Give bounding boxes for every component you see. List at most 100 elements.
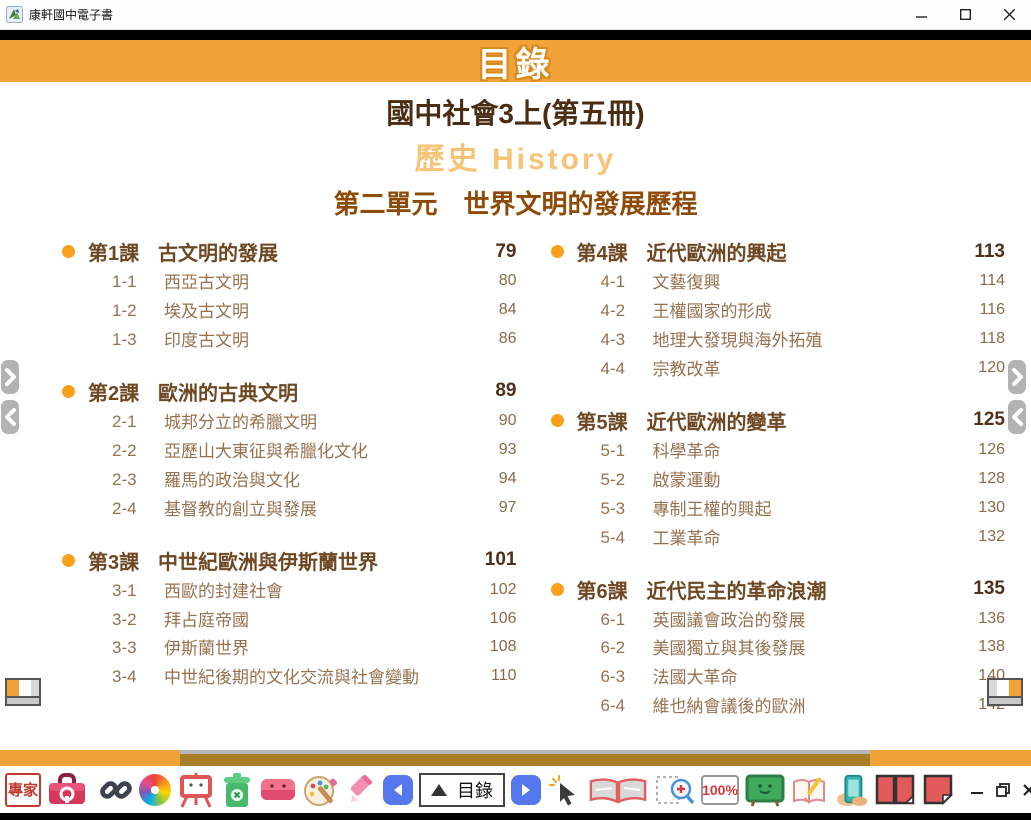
notebook-icon: [791, 774, 829, 806]
lesson-label: 第4課: [577, 237, 647, 266]
toc-sub-item[interactable]: 2-4基督教的創立與發展97: [62, 499, 517, 522]
lesson-label: 第5課: [577, 406, 647, 435]
up-triangle-icon: [431, 784, 447, 796]
sub-item-title: 中世紀後期的文化交流與社會變動: [164, 667, 475, 690]
sub-item-title: 羅馬的政治與文化: [164, 470, 475, 493]
lesson-heading[interactable]: 第2課歐洲的古典文明89: [62, 377, 517, 406]
toc-sub-item[interactable]: 3-4中世紀後期的文化交流與社會變動110: [62, 667, 517, 690]
book-title: 國中社會3上(第五冊): [0, 92, 1031, 132]
eraser-button[interactable]: [259, 776, 297, 804]
toc-sub-item[interactable]: 1-1西亞古文明80: [62, 272, 517, 295]
chalkboard-button[interactable]: [745, 773, 785, 807]
toc-sub-item[interactable]: 4-2王權國家的形成116: [551, 301, 1006, 324]
sub-item-number: 1-2: [112, 301, 164, 324]
chevron-right-icon: [5, 368, 16, 386]
sub-item-title: 王權國家的形成: [653, 301, 964, 324]
toolbox-button[interactable]: [47, 773, 87, 807]
sub-item-page-number: 110: [475, 667, 517, 685]
horizontal-scrollbar-thumb[interactable]: [180, 750, 870, 766]
toc-sub-item[interactable]: 2-2亞歷山大東征與希臘化文化93: [62, 441, 517, 464]
sub-item-page-number: 102: [475, 581, 517, 599]
expert-button[interactable]: 專家: [5, 773, 41, 807]
lesson-heading[interactable]: 第6課近代民主的革命浪潮135: [551, 575, 1006, 604]
mobile-device-button[interactable]: [835, 772, 869, 808]
next-page-button[interactable]: [511, 775, 541, 805]
lesson-title: 古文明的發展: [158, 237, 471, 266]
prev-page-button[interactable]: [383, 775, 413, 805]
sub-item-title: 科學革命: [653, 441, 964, 464]
sub-item-number: 5-4: [601, 528, 653, 551]
toc-sub-item[interactable]: 6-2美國獨立與其後發展138: [551, 638, 1006, 661]
notebook-button[interactable]: [791, 774, 829, 806]
toc-sub-item[interactable]: 2-1城邦分立的希臘文明90: [62, 412, 517, 435]
sub-item-page-number: 93: [475, 441, 517, 459]
easel-icon: [177, 772, 215, 808]
toc-sub-item[interactable]: 3-3伊斯蘭世界108: [62, 638, 517, 661]
lesson-heading[interactable]: 第1課古文明的發展79: [62, 237, 517, 266]
open-book-button[interactable]: [587, 773, 649, 807]
single-page-view-button[interactable]: [921, 774, 955, 806]
close-button[interactable]: [987, 0, 1031, 29]
palette-button[interactable]: [303, 773, 339, 807]
horizontal-scrollbar-track[interactable]: [0, 750, 1031, 766]
sub-item-number: 3-2: [112, 610, 164, 633]
zoom-level-indicator[interactable]: 100%: [701, 775, 739, 805]
sub-item-title: 啟蒙運動: [653, 470, 964, 493]
chevron-left-button[interactable]: [1, 400, 19, 434]
sub-item-number: 5-1: [601, 441, 653, 464]
app-close-button[interactable]: [1019, 775, 1031, 805]
color-tools-button[interactable]: [139, 774, 171, 806]
toc-sub-item[interactable]: 6-1英國議會政治的發展136: [551, 610, 1006, 633]
marker-button[interactable]: [345, 774, 377, 806]
page-selector[interactable]: 目錄: [419, 773, 505, 807]
lesson-page-number: 101: [471, 549, 517, 571]
toc-sub-item[interactable]: 4-3地理大發現與海外拓殖118: [551, 330, 1006, 353]
app-restore-button[interactable]: [993, 775, 1013, 805]
toc-sub-item[interactable]: 5-4工業革命132: [551, 528, 1006, 551]
toc-sub-item[interactable]: 1-2埃及古文明84: [62, 301, 517, 324]
lesson-heading[interactable]: 第3課中世紀歐洲與伊斯蘭世界101: [62, 546, 517, 575]
toc-sub-item[interactable]: 4-1文藝復興114: [551, 272, 1006, 295]
subject-title: 歷史 History: [0, 134, 1031, 178]
toc-sub-item[interactable]: 5-3專制王權的興起130: [551, 499, 1006, 522]
lesson-page-number: 79: [471, 241, 517, 263]
toc-sub-item[interactable]: 5-1科學革命126: [551, 441, 1006, 464]
toc-sub-item[interactable]: 2-3羅馬的政治與文化94: [62, 470, 517, 493]
page-selector-value: 目錄: [457, 777, 493, 803]
two-page-view-button[interactable]: [875, 774, 915, 806]
toc-sub-item[interactable]: 6-4維也納會議後的歐洲142: [551, 696, 1006, 719]
link-button[interactable]: [99, 773, 133, 807]
page-corner-toggle-left[interactable]: [5, 678, 41, 706]
zoom-area-button[interactable]: [655, 772, 695, 808]
toc-sub-item[interactable]: 1-3印度古文明86: [62, 330, 517, 353]
sub-item-title: 工業革命: [653, 528, 964, 551]
toc-sub-item[interactable]: 6-3法國大革命140: [551, 667, 1006, 690]
bullet-icon: [62, 385, 75, 398]
chevron-right-button[interactable]: [1008, 360, 1026, 394]
easel-button[interactable]: [177, 772, 215, 808]
marker-icon: [345, 774, 377, 806]
toc-column: 第1課古文明的發展79 1-1西亞古文明80 1-2埃及古文明84 1-3印度古文明8…: [62, 237, 517, 743]
minimize-button[interactable]: [899, 0, 943, 29]
cursor-button[interactable]: [547, 773, 581, 807]
toc-sub-item[interactable]: 4-4宗教改革120: [551, 359, 1006, 382]
sub-item-page-number: 136: [963, 610, 1005, 628]
sub-item-title: 地理大發現與海外拓殖: [653, 330, 964, 353]
maximize-button[interactable]: [943, 0, 987, 29]
chevron-right-button[interactable]: [1, 360, 19, 394]
sub-item-number: 5-2: [601, 470, 653, 493]
toc-sub-item[interactable]: 3-1西歐的封建社會102: [62, 581, 517, 604]
lesson-block: 第3課中世紀歐洲與伊斯蘭世界101 3-1西歐的封建社會102 3-2拜占庭帝國10…: [62, 546, 517, 691]
corner-graphic: [989, 680, 1021, 696]
trash-button[interactable]: [221, 772, 253, 808]
lesson-block: 第5課近代歐洲的變革125 5-1科學革命126 5-2啟蒙運動128 5-3專制王權…: [551, 406, 1006, 551]
app-minimize-button[interactable]: [967, 775, 987, 805]
toc-sub-item[interactable]: 3-2拜占庭帝國106: [62, 610, 517, 633]
lesson-heading[interactable]: 第5課近代歐洲的變革125: [551, 406, 1006, 435]
toc-sub-item[interactable]: 5-2啟蒙運動128: [551, 470, 1006, 493]
sub-item-number: 3-3: [112, 638, 164, 661]
minimize-icon: [916, 9, 927, 20]
chevron-left-button[interactable]: [1008, 400, 1026, 434]
lesson-heading[interactable]: 第4課近代歐洲的興起113: [551, 237, 1006, 266]
page-corner-toggle-right[interactable]: [987, 678, 1023, 706]
